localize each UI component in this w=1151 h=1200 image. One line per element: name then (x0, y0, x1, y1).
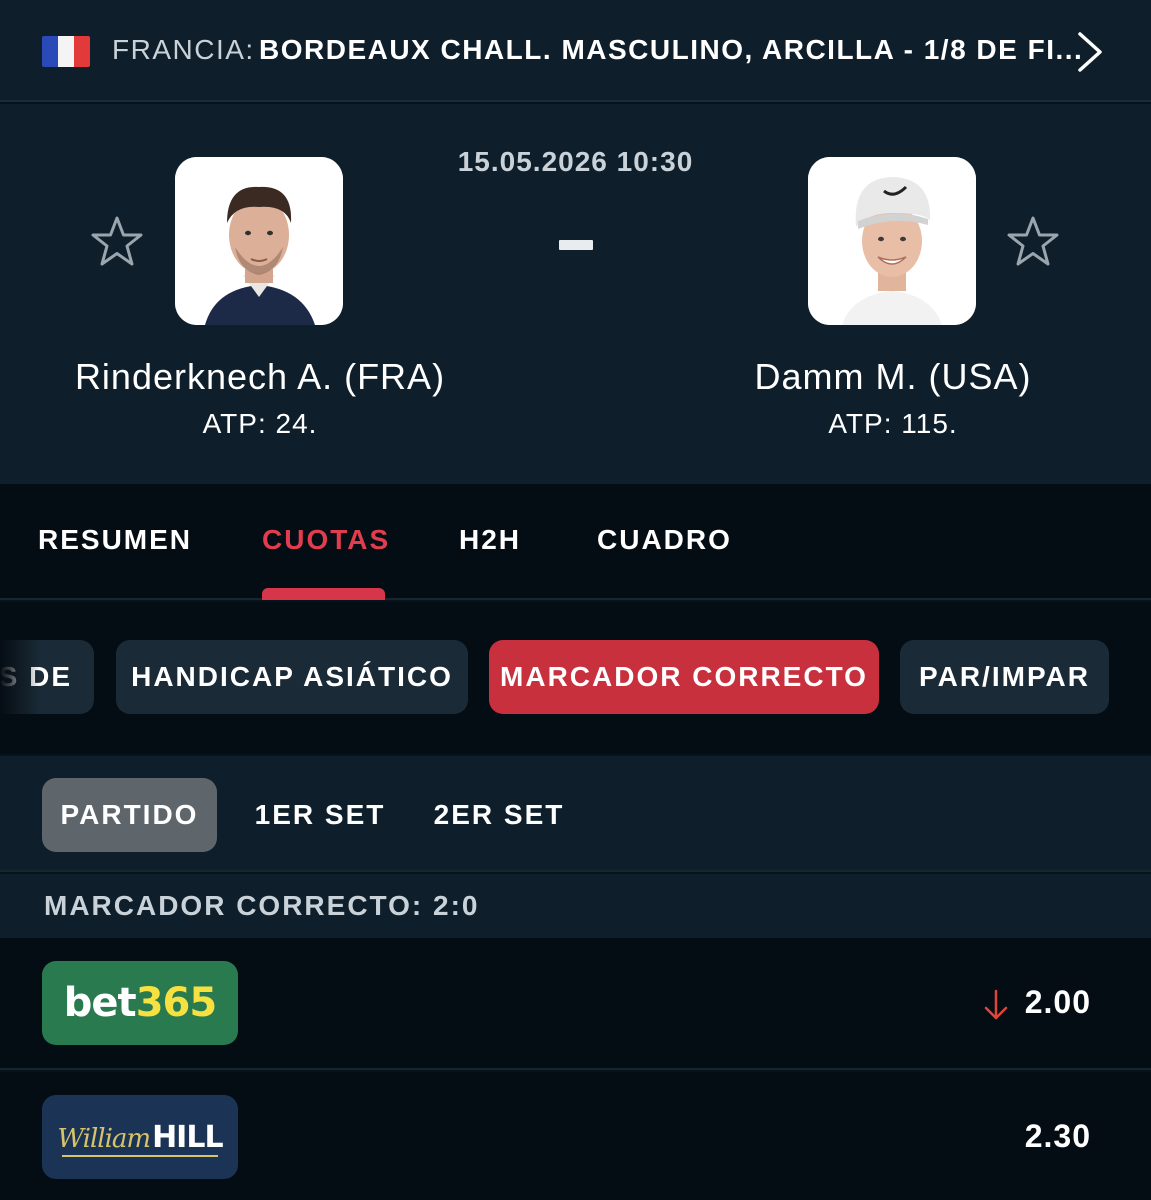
odds-section-header: MARCADOR CORRECTO: 2:0 (0, 874, 1151, 938)
bookmaker-row-bet365[interactable]: bet365 2.00 (0, 938, 1151, 1070)
period-selector: PARTIDO 1ER SET 2ER SET (0, 756, 1151, 872)
tab-resumen[interactable]: RESUMEN (38, 524, 192, 556)
active-tab-indicator (262, 588, 385, 600)
period-1er-set[interactable]: 1ER SET (240, 778, 400, 852)
bet365-logo[interactable]: bet365 (42, 961, 238, 1045)
home-player-name[interactable]: Rinderknech A. (FRA) (30, 356, 490, 398)
flag-france-icon (42, 36, 90, 67)
away-player-rank: ATP: 115. (828, 408, 958, 439)
tab-cuadro[interactable]: CUADRO (597, 524, 732, 556)
tab-cuotas[interactable]: CUOTAS (262, 524, 390, 556)
tab-h2h[interactable]: H2H (459, 524, 521, 556)
bet365-logo-text: bet365 (63, 980, 217, 1026)
away-player-name[interactable]: Damm M. (USA) (663, 356, 1123, 398)
bookmaker-row-william-hill[interactable]: William HILL 2.30 (0, 1072, 1151, 1200)
score-separator (559, 240, 593, 250)
arrow-down-icon (984, 989, 1008, 1020)
match-header: 15.05.2026 10:30 Rinderknech A. (FRA) AT… (0, 104, 1151, 484)
tournament-bar[interactable]: FRANCIA: BORDEAUX CHALL. MASCULINO, ARCI… (0, 0, 1151, 102)
match-odds-screen: FRANCIA: BORDEAUX CHALL. MASCULINO, ARCI… (0, 0, 1151, 1200)
william-hill-logo-text: William HILL (57, 1119, 223, 1155)
star-icon[interactable] (1005, 214, 1061, 270)
star-icon[interactable] (89, 214, 145, 270)
away-player-avatar (808, 157, 976, 325)
away-player-photo (808, 157, 976, 325)
logo-underline (62, 1155, 218, 1157)
market-pill-marcador-correcto[interactable]: MARCADOR CORRECTO (489, 640, 879, 714)
match-tabs: RESUMEN CUOTAS H2H CUADRO (0, 484, 1151, 600)
tournament-country: FRANCIA: (112, 34, 255, 65)
market-pill-handicap-asiatico[interactable]: HANDICAP ASIÁTICO (116, 640, 468, 714)
william-hill-logo[interactable]: William HILL (42, 1095, 238, 1179)
chevron-right-icon[interactable] (1072, 30, 1106, 74)
odds-value[interactable]: 2.00 (1025, 984, 1091, 1021)
match-datetime: 15.05.2026 10:30 (457, 146, 694, 177)
period-2er-set[interactable]: 2ER SET (420, 778, 578, 852)
home-player-avatar (175, 157, 343, 325)
market-pill-par-impar[interactable]: PAR/IMPAR (900, 640, 1109, 714)
odds-value[interactable]: 2.30 (1025, 1118, 1091, 1155)
home-player-rank: ATP: 24. (202, 408, 318, 439)
period-partido[interactable]: PARTIDO (42, 778, 217, 852)
market-selector: S DE HANDICAP ASIÁTICO MARCADOR CORRECTO… (0, 602, 1151, 754)
tournament-name: BORDEAUX CHALL. MASCULINO, ARCILLA - 1/8… (259, 34, 1084, 65)
section-title: MARCADOR CORRECTO: 2:0 (44, 890, 480, 921)
home-player-photo (175, 157, 343, 325)
scroll-fade (0, 640, 40, 714)
